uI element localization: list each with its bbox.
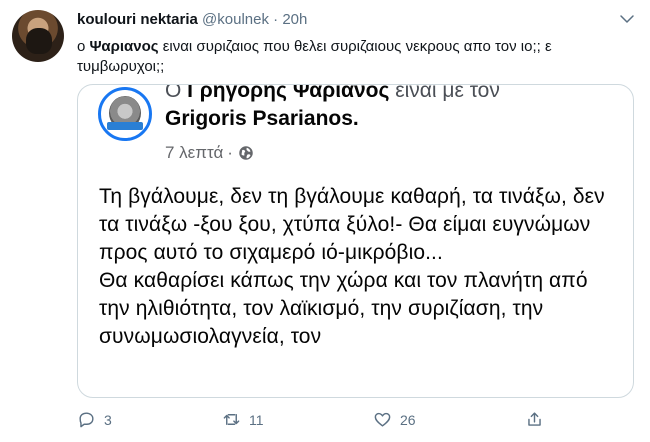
facebook-post-time: 7 λεπτά [165,143,224,162]
author-avatar[interactable] [12,10,64,62]
share-button[interactable] [525,410,544,429]
reply-button[interactable]: 3 [77,410,112,429]
chevron-down-icon[interactable] [618,10,636,28]
facebook-tagged-name: Grigoris Psarianos [165,107,353,130]
facebook-author-name: Γρηγόρης Ψαριανός [187,84,390,102]
reply-count: 3 [104,411,112,428]
facebook-avatar [98,87,152,141]
facebook-paragraph-2: Θα καθαρίσει κάπως την χώρα και τον πλαν… [99,269,588,348]
tweet-text-bold: Ψαριανος [89,38,159,55]
like-count: 26 [400,411,416,428]
tweet-text-prefix: ο [77,38,90,55]
facebook-header-prefix: Ο [165,84,188,102]
retweet-icon [223,414,240,425]
facebook-post-body: Τη βγάλουμε, δεν τη βγάλουμε καθαρή, τα … [99,183,624,351]
facebook-tagged-line: Grigoris Psarianos. [165,107,359,131]
header-separator: · [273,11,279,28]
globe-icon [239,146,253,160]
author-name[interactable]: koulouri nektaria [77,11,198,28]
facebook-header: Ο Γρηγόρης Ψαριανός είναι με τον [165,84,500,103]
like-button[interactable]: 26 [373,410,416,429]
share-icon [528,412,541,426]
facebook-paragraph-1: Τη βγάλουμε, δεν τη βγάλουμε καθαρή, τα … [99,185,605,264]
tweet-actions: 3 11 26 [77,410,547,434]
retweet-button[interactable]: 11 [222,410,264,429]
tweet-text: ο Ψαριανος ειναι συριζαιος που θελει συρ… [77,37,622,77]
facebook-header-suffix: είναι με τον [389,84,500,102]
reply-icon [79,412,94,428]
tweet-time[interactable]: 20h [282,11,307,28]
facebook-post-meta: 7 λεπτά · [165,143,255,163]
heart-icon [374,412,391,427]
retweet-count: 11 [249,411,264,428]
avatar-banner [107,122,143,130]
tweet-header: koulouri nektaria @koulnek · 20h [77,11,307,28]
facebook-tagged-suffix: . [352,107,359,130]
facebook-meta-separator: · [227,143,233,162]
embedded-image[interactable]: Ο Γρηγόρης Ψαριανός είναι με τον Grigori… [77,84,634,398]
author-handle[interactable]: @koulnek [202,11,269,28]
dog-avatar-figure [26,28,52,54]
